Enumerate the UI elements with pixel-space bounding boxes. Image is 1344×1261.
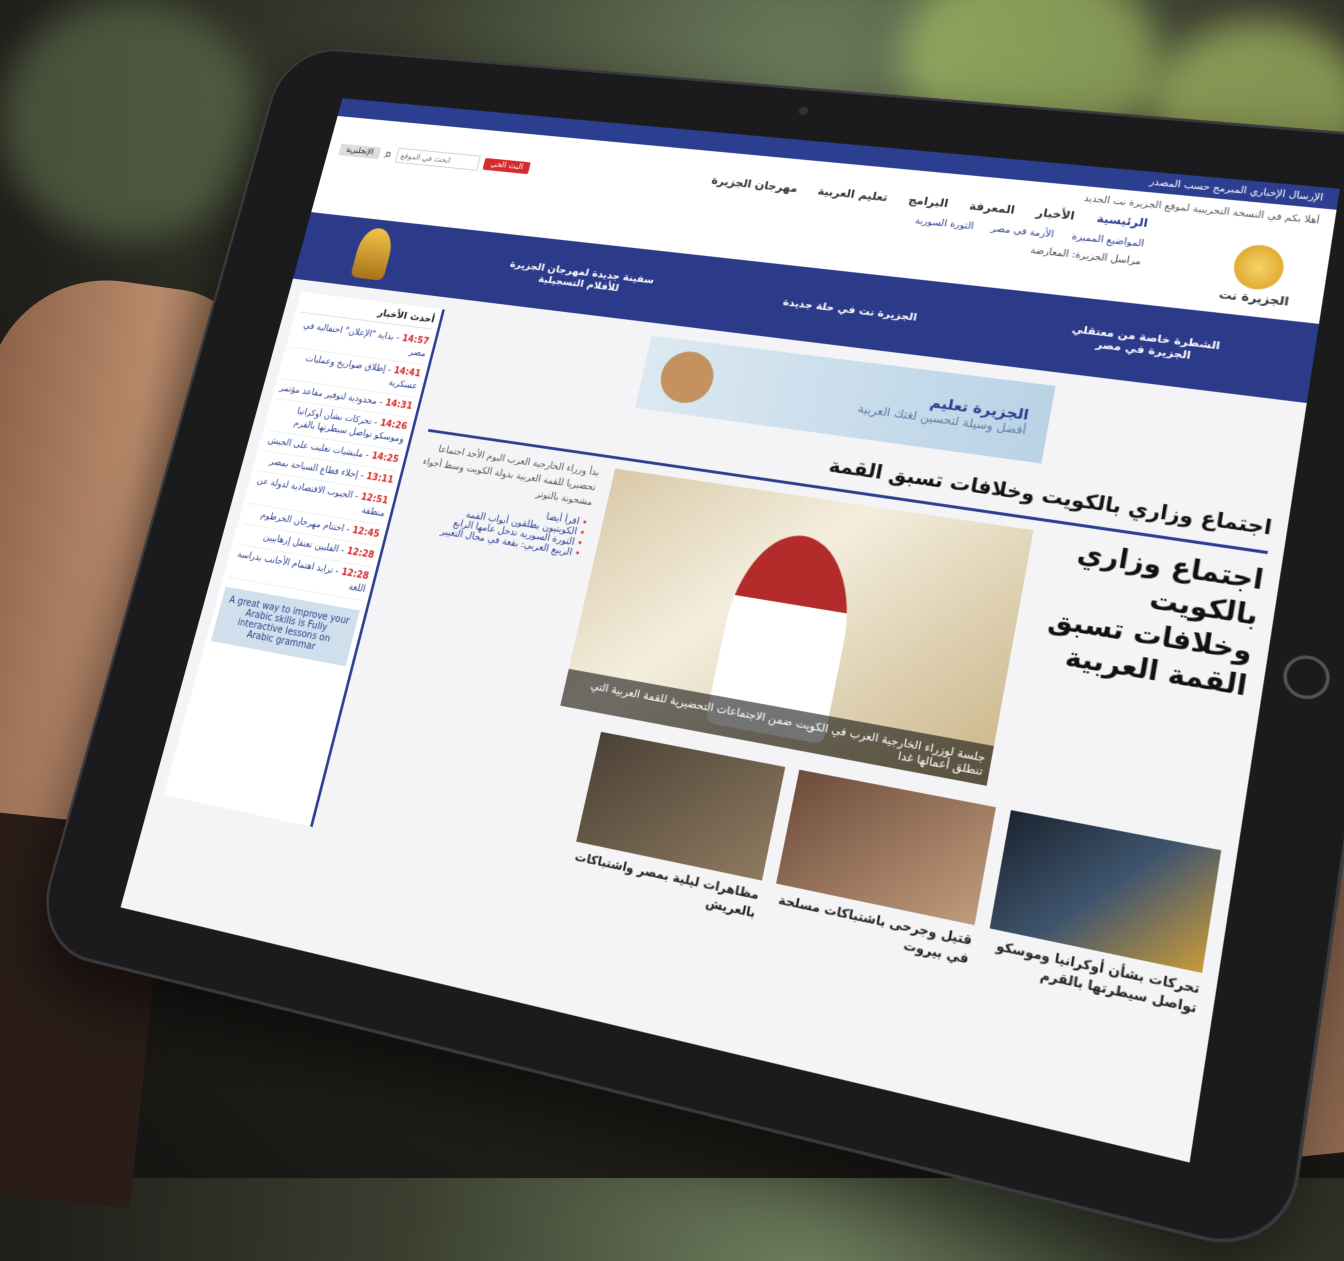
news-time: 12:51 xyxy=(360,492,390,506)
tablet-screen: الإرسال الإخباري المبرمج حسب المصدر أهلا… xyxy=(121,98,1340,1162)
subnav-item-egypt[interactable]: الأزمة في مصر xyxy=(990,224,1055,240)
news-time: 14:31 xyxy=(384,398,413,411)
news-time: 12:28 xyxy=(340,567,370,582)
news-time: 13:11 xyxy=(365,472,395,486)
sidebar-ad[interactable]: A great way to improve your Arabic skill… xyxy=(211,587,360,667)
nav-item-arabic-learning[interactable]: تعليم العربية xyxy=(817,185,889,204)
main-headline[interactable]: اجتماع وزاري بالكويت وخلافات تسبق القمة … xyxy=(1025,533,1266,707)
story-card[interactable]: قتيل وجرحى باشتباكات مسلحة في بيروت xyxy=(768,770,996,969)
news-time: 14:57 xyxy=(401,334,430,347)
background-bokeh xyxy=(0,0,260,240)
live-button[interactable]: البث الحي xyxy=(482,158,531,174)
promo-item[interactable]: الجزيرة نت في حلة جديدة xyxy=(782,296,918,324)
story-card[interactable]: مظاهرات ليلية بمصر واشتباكات بالعريش xyxy=(567,732,785,922)
promo-item[interactable]: الشطرة خاصة من معتقلي الجزيرة في مصر xyxy=(1049,320,1242,367)
logo-text: الجزيرة نت xyxy=(1205,286,1304,310)
main-column: الجزيرة تعليم أفضل وسيلة لتحسين لغتك الع… xyxy=(327,311,1289,1018)
search-icon[interactable]: ⌕ xyxy=(382,146,394,163)
promo-item[interactable]: سفينة جديدة لمهرجان الجزيرة للأفلام التس… xyxy=(499,257,662,298)
nav-item-knowledge[interactable]: المعرفة xyxy=(968,199,1016,216)
camera-icon xyxy=(798,106,809,115)
edition-button[interactable]: الإنجليزية xyxy=(338,144,381,159)
news-time: 14:41 xyxy=(392,366,421,379)
subnav-item-featured[interactable]: المواضيع المميزة xyxy=(1071,232,1145,250)
story-card[interactable]: تحركات بشأن أوكرانيا وموسكو تواصل سيطرته… xyxy=(982,810,1221,1018)
site-logo[interactable]: الجزيرة نت xyxy=(1205,240,1311,310)
nav-item-news[interactable]: الأخبار xyxy=(1035,206,1075,223)
nav-item-festival[interactable]: مهرجان الجزيرة xyxy=(710,174,799,195)
subnav-item-syria[interactable]: الثورة السورية xyxy=(914,216,974,232)
news-time: 12:45 xyxy=(351,526,381,540)
aljazeera-logo-icon xyxy=(1231,243,1287,292)
news-time: 12:28 xyxy=(346,546,376,561)
news-time: 14:26 xyxy=(379,418,408,432)
tablet-device: الإرسال الإخباري المبرمج حسب المصدر أهلا… xyxy=(30,45,1344,1261)
news-time: 14:25 xyxy=(370,451,399,465)
nav-item-home[interactable]: الرئيسية xyxy=(1096,212,1149,230)
ad-image xyxy=(655,349,718,407)
content-area: الجزيرة تعليم أفضل وسيلة لتحسين لغتك الع… xyxy=(149,279,1307,1038)
nav-item-programs[interactable]: البرامج xyxy=(907,193,949,210)
trophy-icon xyxy=(350,226,396,280)
home-button[interactable] xyxy=(1280,652,1332,702)
